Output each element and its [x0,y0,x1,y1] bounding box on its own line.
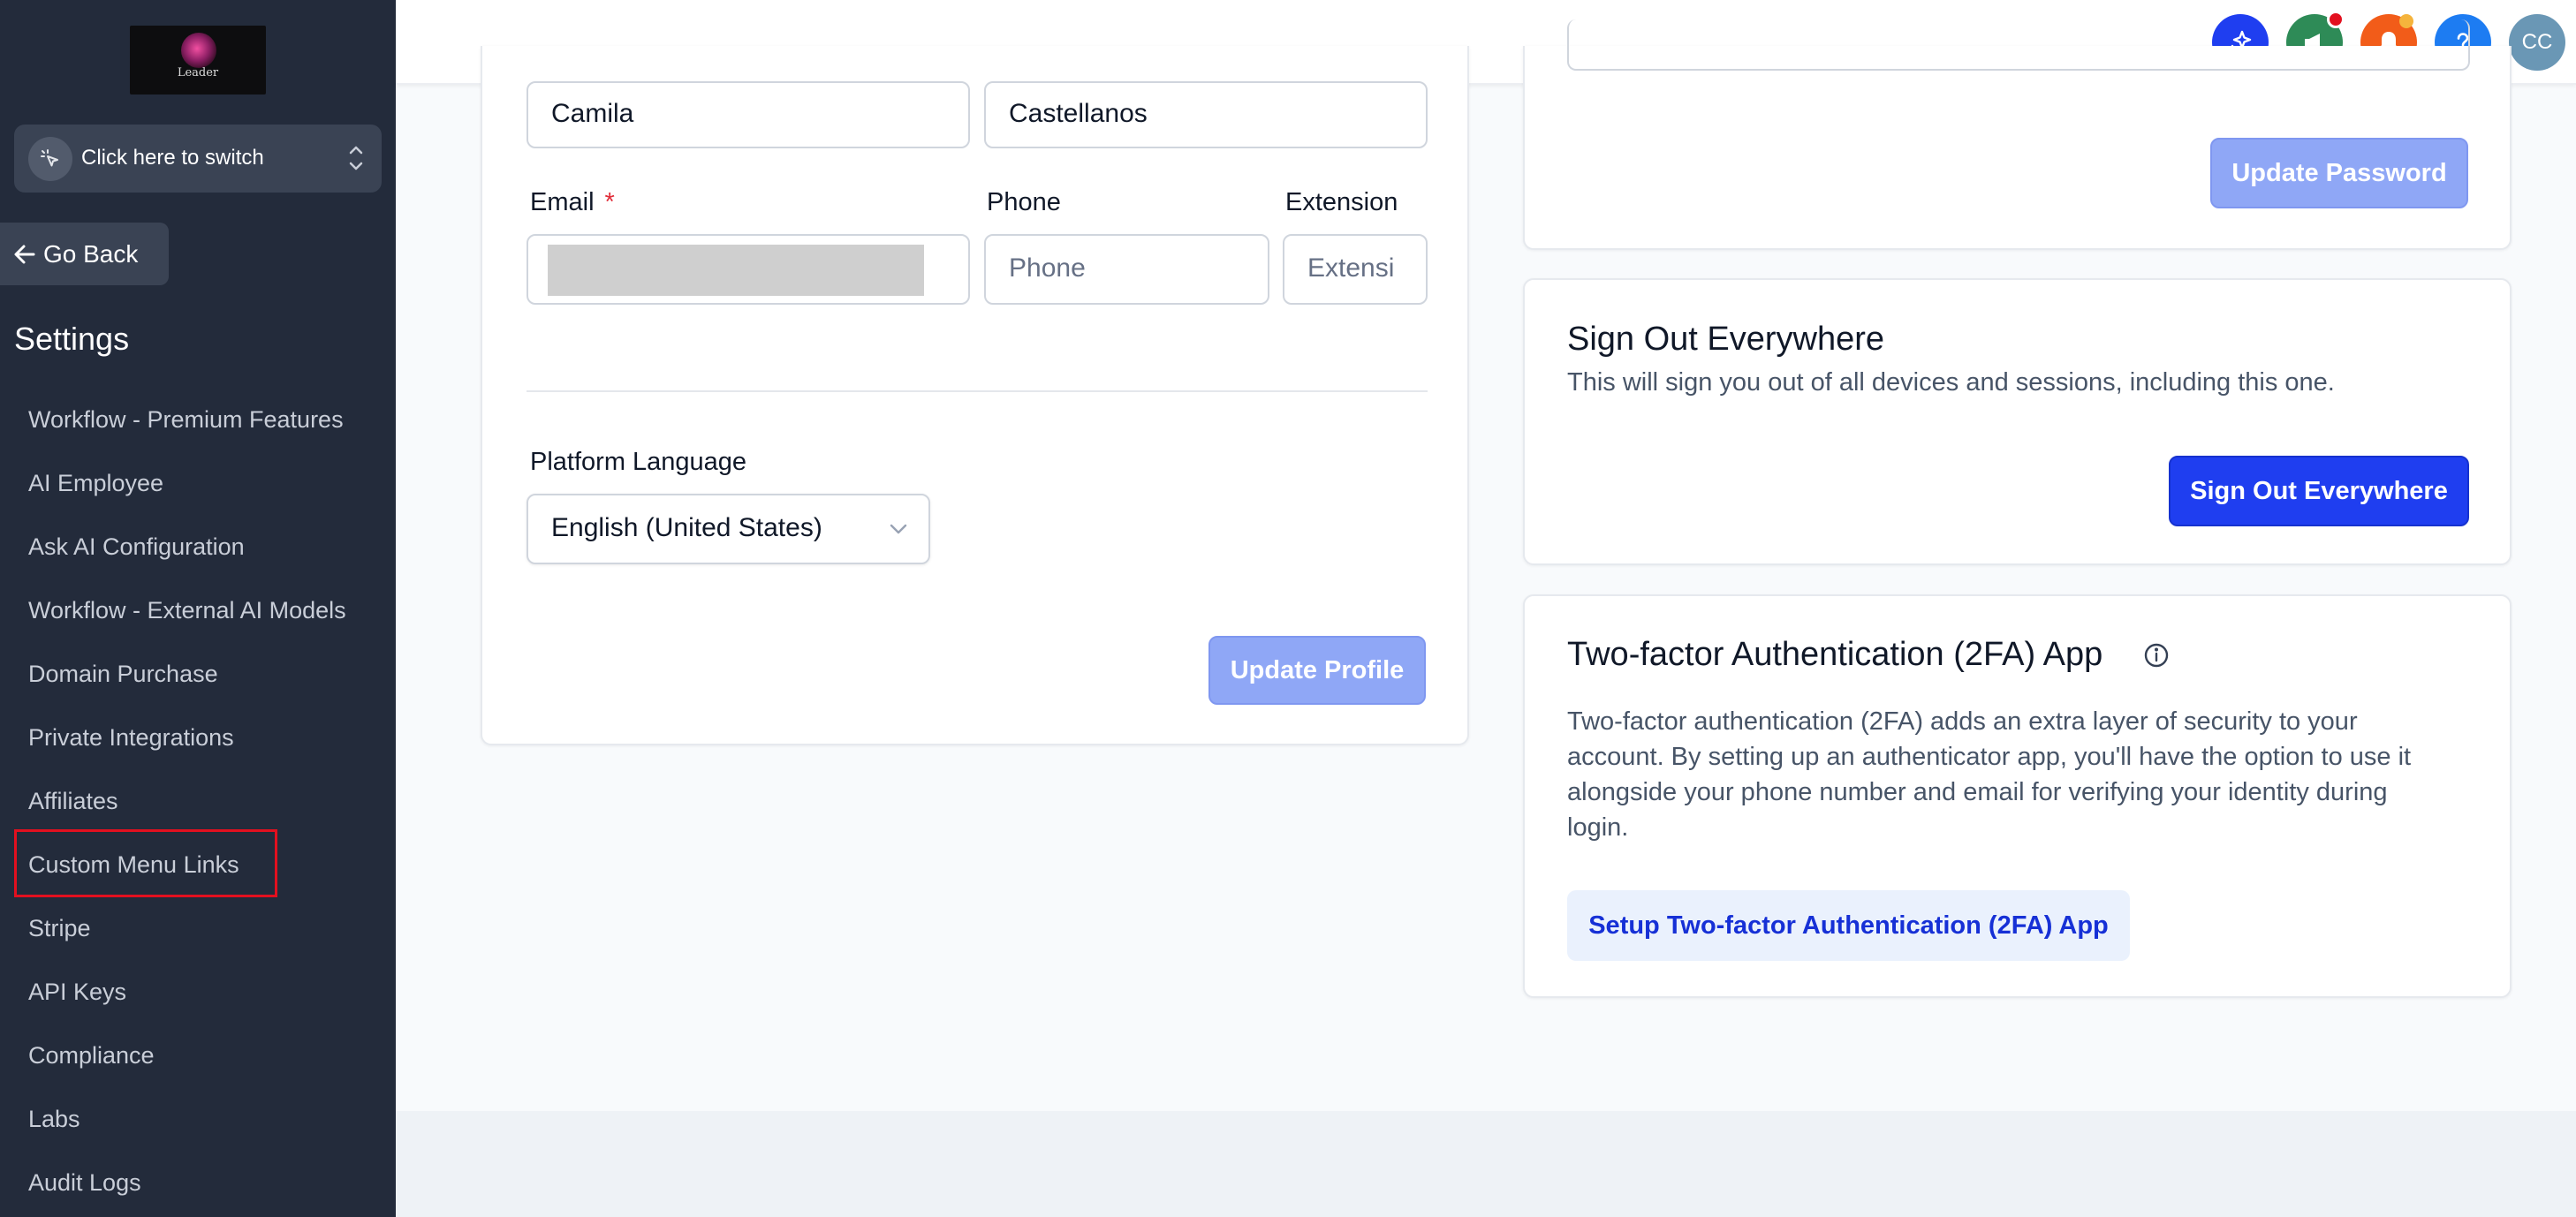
settings-heading: Settings [14,321,130,357]
avatar-initials: CC [2521,30,2553,54]
sign-out-card: Sign Out Everywhere This will sign you o… [1523,278,2512,565]
sidebar-item-audit-logs[interactable]: Audit Logs [28,1165,141,1200]
sidebar-item-api-keys[interactable]: API Keys [28,974,126,1009]
platform-language-label: Platform Language [530,448,747,476]
company-logo[interactable]: Leader [130,26,266,94]
sign-out-everywhere-button[interactable]: Sign Out Everywhere [2169,456,2469,526]
switcher-label: Click here to switch [81,146,264,170]
arrow-left-icon [14,245,35,264]
sign-out-title: Sign Out Everywhere [1567,321,1885,358]
logo-wordmark: Leader [177,66,219,79]
sidebar-item-private-integrations[interactable]: Private Integrations [28,720,234,755]
phone-label: Phone [987,188,1061,216]
sidebar-item-affiliates[interactable]: Affiliates [28,783,118,819]
sidebar-item-ai-employee[interactable]: AI Employee [28,465,163,501]
sidebar-item-stripe[interactable]: Stripe [28,911,91,946]
two-factor-title: Two-factor Authentication (2FA) App [1567,636,2103,673]
pointer-click-icon [28,137,72,181]
two-factor-description: Two-factor authentication (2FA) adds an … [1567,707,2412,842]
chevron-down-icon [890,524,907,534]
last-name-input[interactable]: Castellanos [984,81,1428,148]
go-back-label: Go Back [43,240,139,268]
sidebar-item-workflow-external-ai-models[interactable]: Workflow - External AI Models [28,593,346,628]
phone-input[interactable]: Phone [984,234,1269,305]
email-label: Email * [530,188,615,217]
chevron-up-down-icon [349,146,363,170]
profile-card: Camila Castellanos Email * Phone Extensio… [481,46,1469,745]
sign-out-description: This will sign you out of all devices an… [1567,368,2335,397]
password-card: Update Password [1523,19,2512,250]
sidebar-item-domain-purchase[interactable]: Domain Purchase [28,656,218,692]
password-input[interactable] [1567,19,2470,71]
account-switcher[interactable]: Click here to switch [14,125,382,193]
sidebar-item-labs[interactable]: Labs [28,1101,80,1137]
email-label-text: Email [530,188,595,216]
required-asterisk: * [604,188,615,216]
go-back-button[interactable]: Go Back [0,223,169,285]
platform-language-select[interactable]: English (United States) [527,494,930,564]
sidebar: Leader Click here to switch Go Back Sett… [0,0,396,1217]
redacted-email-block [548,245,924,296]
logo-emblem [181,33,216,68]
sidebar-item-ask-ai-configuration[interactable]: Ask AI Configuration [28,529,245,564]
language-select-value: English (United States) [551,513,822,542]
update-profile-button[interactable]: Update Profile [1208,636,1426,705]
extension-input[interactable]: Extensi [1283,234,1428,305]
email-input[interactable] [527,234,970,305]
update-password-button[interactable]: Update Password [2210,138,2468,208]
user-avatar-button[interactable]: CC [2509,14,2565,71]
extension-label: Extension [1285,188,1398,216]
sidebar-item-compliance[interactable]: Compliance [28,1038,155,1073]
highlight-annotation [14,829,277,897]
sidebar-item-workflow-premium-features[interactable]: Workflow - Premium Features [28,402,344,437]
first-name-input[interactable]: Camila [527,81,970,148]
page-footer-area [396,1111,2576,1217]
info-icon[interactable] [2142,641,2171,669]
two-factor-card: Two-factor Authentication (2FA) App Two-… [1523,594,2512,998]
setup-two-factor-button[interactable]: Setup Two-factor Authentication (2FA) Ap… [1567,890,2130,961]
section-divider [527,390,1428,392]
